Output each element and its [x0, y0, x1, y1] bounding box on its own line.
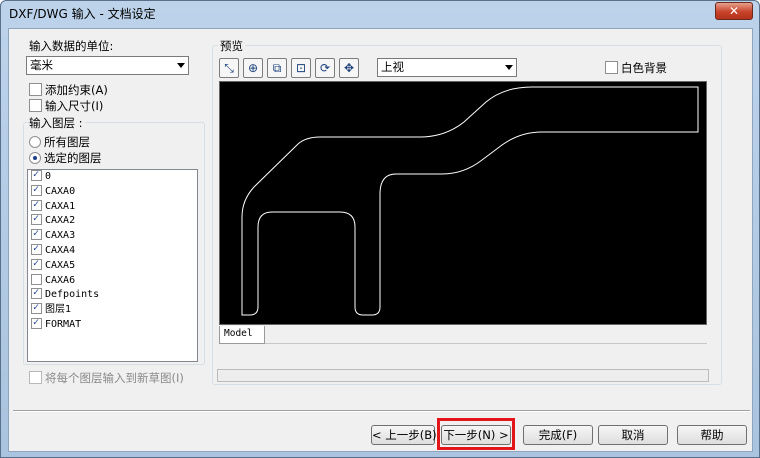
rotate-icon[interactable]: ⟳ [315, 58, 335, 78]
layer-item-caxa6[interactable]: CAXA6 [28, 273, 197, 289]
title-bar[interactable]: DXF/DWG 输入 - 文档设定 ✕ [1, 1, 759, 27]
radio-all-layers-label: 所有图层 [44, 135, 90, 149]
select-icon[interactable]: ⤡ [219, 58, 239, 78]
layer-name: Defpoints [45, 289, 100, 301]
layer-checkbox[interactable] [31, 242, 42, 256]
layer-item-defpoints[interactable]: Defpoints [28, 286, 197, 303]
add-constraints-label: 添加约束(A) [45, 83, 108, 97]
layer-checkbox[interactable] [31, 183, 42, 197]
view-selected-value: 上视 [381, 60, 404, 74]
layers-group-label: 输入图层 : [29, 115, 85, 131]
checkbox-box[interactable] [29, 83, 42, 96]
import-dimensions-checkbox[interactable]: 输入尺寸(I) [29, 99, 103, 114]
view-dropdown[interactable]: 上视 [377, 58, 517, 77]
window-title: DXF/DWG 输入 - 文档设定 [9, 7, 156, 21]
layer-item-caxa4[interactable]: CAXA4 [28, 242, 197, 259]
layer-name: CAXA0 [45, 185, 76, 197]
each-layer-new-sketch-checkbox[interactable]: 将每个图层输入到新草图(I) [29, 371, 184, 386]
layer-checkbox[interactable] [31, 227, 42, 241]
finish-button[interactable]: 完成(F) [523, 425, 593, 445]
radio-button[interactable] [29, 152, 41, 164]
units-dropdown[interactable]: 毫米 [26, 56, 189, 75]
import-dimensions-label: 输入尺寸(I) [45, 99, 104, 113]
dialog-body: 输入数据的单位: 毫米 添加约束(A) 输入尺寸(I) 输入图层 : 所有图层 … [8, 28, 753, 452]
help-button[interactable]: 帮助 [677, 425, 747, 445]
chevron-down-icon [505, 65, 513, 70]
divider [13, 410, 750, 412]
layer-name: CAXA4 [45, 244, 76, 256]
layer-item-caxa5[interactable]: CAXA5 [28, 257, 197, 274]
layer-name: CAXA1 [45, 200, 76, 212]
layer-checkbox[interactable] [31, 273, 42, 285]
radio-all-layers[interactable]: 所有图层 [29, 135, 90, 150]
layer-name: 0 [45, 171, 52, 182]
layer-name: FORMAT [45, 318, 82, 330]
layer-checkbox[interactable] [31, 168, 42, 182]
zoom-fit-icon[interactable]: ⊡ [291, 58, 311, 78]
layer-checkbox[interactable] [31, 212, 42, 226]
layer-item-caxa2[interactable]: CAXA2 [28, 212, 197, 229]
checkbox-box[interactable] [605, 61, 618, 74]
layer-item-0[interactable]: 0 [28, 168, 197, 185]
chevron-down-icon [177, 63, 185, 68]
white-background-checkbox[interactable]: 白色背景 [605, 61, 667, 76]
layer-checkbox[interactable] [31, 286, 42, 300]
next-button-highlight [437, 418, 515, 450]
layer-item-caxa1[interactable]: CAXA1 [28, 198, 197, 215]
checkbox-box[interactable] [29, 371, 42, 384]
radio-selected-layers-label: 选定的图层 [44, 151, 102, 165]
layer-item-caxa3[interactable]: CAXA3 [28, 227, 197, 244]
layer-name: CAXA2 [45, 215, 76, 227]
layer-item-format[interactable]: FORMAT [28, 316, 197, 333]
layer-checkbox[interactable] [31, 301, 42, 315]
units-selected-value: 毫米 [30, 58, 53, 72]
close-button[interactable]: ✕ [715, 2, 753, 20]
layer-checkbox[interactable] [31, 198, 42, 212]
tab-model[interactable]: Model [219, 326, 265, 344]
units-label: 输入数据的单位: [29, 39, 114, 53]
add-constraints-checkbox[interactable]: 添加约束(A) [29, 83, 108, 98]
preview-canvas[interactable] [219, 81, 707, 325]
progress-bar [217, 369, 709, 382]
layer-checkbox[interactable] [31, 316, 42, 330]
each-layer-new-sketch-label: 将每个图层输入到新草图(I) [45, 371, 184, 385]
checkbox-box[interactable] [29, 99, 42, 112]
layer-item-caxa0[interactable]: CAXA0 [28, 183, 197, 200]
white-background-label: 白色背景 [621, 61, 667, 75]
radio-selected-layers[interactable]: 选定的图层 [29, 151, 102, 166]
layer-name: 图层1 [45, 304, 72, 316]
layer-name: CAXA5 [45, 259, 76, 271]
dialog-window: DXF/DWG 输入 - 文档设定 ✕ 输入数据的单位: 毫米 添加约束(A) … [0, 0, 760, 458]
cancel-button[interactable]: 取消 [598, 425, 668, 445]
zoom-window-icon[interactable]: ⧉ [267, 58, 287, 78]
back-button[interactable]: < 上一步(B) [371, 425, 437, 445]
drawing-outline [241, 86, 699, 316]
layer-name: CAXA3 [45, 230, 76, 242]
pan-icon[interactable]: ✥ [339, 58, 359, 78]
tab-strip [219, 326, 707, 344]
preview-label: 预览 [218, 38, 245, 54]
layer-name: CAXA6 [45, 274, 76, 286]
layer-list[interactable]: 0 CAXA0 CAXA1 CAXA2 CAXA3 CAXA4 CAXA5 CA… [27, 168, 198, 362]
zoom-in-icon[interactable]: ⊕ [243, 58, 263, 78]
radio-button[interactable] [29, 136, 41, 148]
layer-checkbox[interactable] [31, 257, 42, 271]
layer-item-layer1[interactable]: 图层1 [28, 301, 197, 318]
